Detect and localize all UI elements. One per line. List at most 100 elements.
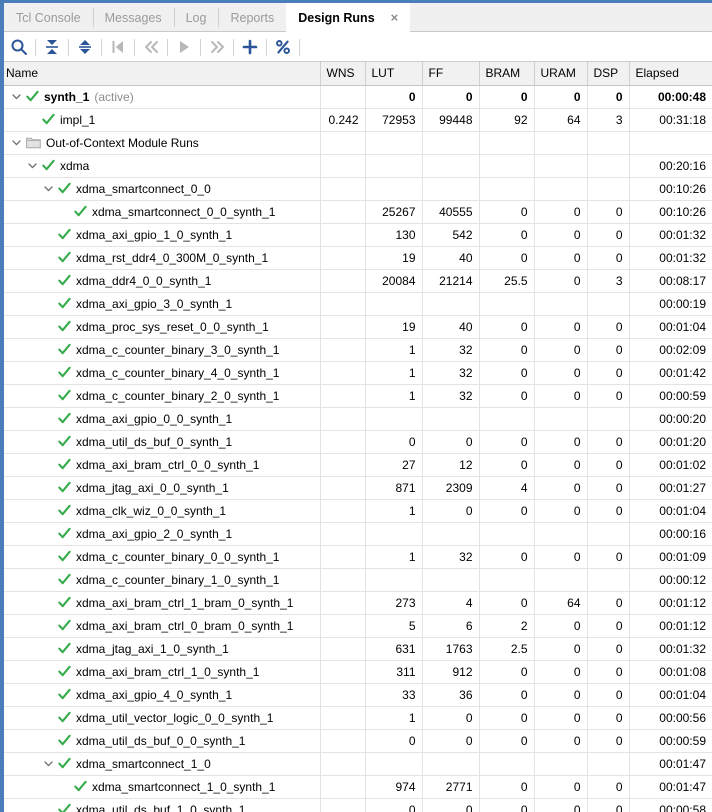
column-header-wns[interactable]: WNS bbox=[320, 62, 366, 86]
run-name-cell[interactable]: xdma_axi_gpio_0_0_synth_1 bbox=[0, 407, 321, 431]
run-name-cell[interactable]: xdma_util_ds_buf_0_0_synth_1 bbox=[0, 729, 321, 753]
column-header-elapsed[interactable]: Elapsed bbox=[629, 62, 712, 86]
run-name-label: xdma_smartconnect_1_0 bbox=[76, 756, 211, 771]
run-name-cell[interactable]: xdma_axi_bram_ctrl_1_0_synth_1 bbox=[0, 660, 321, 684]
table-row[interactable]: xdma_jtag_axi_0_0_synth_1 871 2309 4 0 0 00:01… bbox=[0, 476, 712, 500]
run-name-cell[interactable]: xdma_clk_wiz_0_0_synth_1 bbox=[0, 499, 321, 523]
run-name-cell[interactable]: Out-of-Context Module Runs bbox=[0, 131, 321, 155]
design-runs-table-container[interactable]: Name WNS LUT FF BRAM URAM DSP Elapsed synth_1 (a… bbox=[0, 62, 712, 812]
run-name-cell[interactable]: xdma_axi_bram_ctrl_1_bram_0_synth_1 bbox=[0, 591, 321, 615]
run-name-cell[interactable]: impl_1 bbox=[0, 108, 321, 132]
table-row[interactable]: synth_1 (active) 0 0 0 0 0 00:00:48 bbox=[0, 85, 712, 109]
cell-wns bbox=[320, 499, 366, 523]
chevron-down-icon[interactable] bbox=[9, 86, 24, 108]
cell-wns bbox=[320, 476, 366, 500]
table-row[interactable]: xdma_rst_ddr4_0_300M_0_synth_1 19 40 0 0 0 00:… bbox=[0, 246, 712, 270]
table-row[interactable]: xdma_c_counter_binary_3_0_synth_1 1 32 0 0 0 0… bbox=[0, 338, 712, 362]
run-name-cell[interactable]: xdma_axi_gpio_3_0_synth_1 bbox=[0, 292, 321, 316]
check-icon bbox=[56, 316, 72, 338]
table-row[interactable]: xdma_proc_sys_reset_0_0_synth_1 19 40 0 0 0 00… bbox=[0, 315, 712, 339]
run-name-cell[interactable]: xdma_jtag_axi_1_0_synth_1 bbox=[0, 637, 321, 661]
cell-wns bbox=[320, 315, 366, 339]
table-row[interactable]: xdma_clk_wiz_0_0_synth_1 1 0 0 0 0 00:01:04 bbox=[0, 499, 712, 523]
tab-tcl-console[interactable]: Tcl Console bbox=[4, 3, 93, 32]
column-header-bram[interactable]: BRAM bbox=[479, 62, 535, 86]
run-name-cell[interactable]: xdma_axi_bram_ctrl_0_bram_0_synth_1 bbox=[0, 614, 321, 638]
run-name-cell[interactable]: xdma_util_ds_buf_0_synth_1 bbox=[0, 430, 321, 454]
add-run-icon[interactable] bbox=[237, 34, 263, 60]
table-row[interactable]: xdma_axi_gpio_2_0_synth_1 00:00:16 bbox=[0, 522, 712, 546]
table-row[interactable]: xdma_axi_gpio_1_0_synth_1 130 542 0 0 0 00:01:… bbox=[0, 223, 712, 247]
run-name-cell[interactable]: xdma_c_counter_binary_2_0_synth_1 bbox=[0, 384, 321, 408]
table-row[interactable]: xdma_smartconnect_0_0 00:10:26 bbox=[0, 177, 712, 201]
table-row[interactable]: xdma_axi_bram_ctrl_1_bram_0_synth_1 273 4 0… bbox=[0, 591, 712, 615]
table-row[interactable]: impl_1 0.242 72953 99448 92 64 3 00:31:18 bbox=[0, 108, 712, 132]
run-name-cell[interactable]: xdma_util_ds_buf_1_0_synth_1 bbox=[0, 798, 321, 812]
column-header-lut[interactable]: LUT bbox=[365, 62, 423, 86]
table-row[interactable]: xdma_smartconnect_0_0_synth_1 25267 40555 0… bbox=[0, 200, 712, 224]
run-name-cell[interactable]: xdma_ddr4_0_0_synth_1 bbox=[0, 269, 321, 293]
column-header-name[interactable]: Name bbox=[0, 62, 321, 86]
table-row[interactable]: Out-of-Context Module Runs bbox=[0, 131, 712, 155]
run-name-cell[interactable]: xdma_c_counter_binary_1_0_synth_1 bbox=[0, 568, 321, 592]
run-name-cell[interactable]: xdma_rst_ddr4_0_300M_0_synth_1 bbox=[0, 246, 321, 270]
chevron-down-icon[interactable] bbox=[41, 753, 56, 775]
table-row[interactable]: xdma_axi_bram_ctrl_0_bram_0_synth_1 5 6 2 0 0… bbox=[0, 614, 712, 638]
table-row[interactable]: xdma_c_counter_binary_2_0_synth_1 1 32 0 0 0 0… bbox=[0, 384, 712, 408]
column-header-dsp[interactable]: DSP bbox=[587, 62, 630, 86]
run-name-cell[interactable]: xdma_axi_bram_ctrl_0_0_synth_1 bbox=[0, 453, 321, 477]
table-row[interactable]: xdma_smartconnect_1_0 00:01:47 bbox=[0, 752, 712, 776]
table-row[interactable]: xdma 00:20:16 bbox=[0, 154, 712, 178]
table-row[interactable]: xdma_axi_gpio_3_0_synth_1 00:00:19 bbox=[0, 292, 712, 316]
run-name-cell[interactable]: xdma_proc_sys_reset_0_0_synth_1 bbox=[0, 315, 321, 339]
run-name-cell[interactable]: xdma_smartconnect_0_0 bbox=[0, 177, 321, 201]
table-row[interactable]: xdma_jtag_axi_1_0_synth_1 631 1763 2.5 0 0 00:… bbox=[0, 637, 712, 661]
run-name-cell[interactable]: xdma_axi_gpio_2_0_synth_1 bbox=[0, 522, 321, 546]
table-row[interactable]: xdma_util_ds_buf_0_synth_1 0 0 0 0 0 00:01:20 bbox=[0, 430, 712, 454]
table-row[interactable]: xdma_axi_bram_ctrl_0_0_synth_1 27 12 0 0 0 00:… bbox=[0, 453, 712, 477]
run-name-cell[interactable]: xdma bbox=[0, 154, 321, 178]
percent-icon[interactable] bbox=[270, 34, 296, 60]
run-name-label: xdma_clk_wiz_0_0_synth_1 bbox=[76, 503, 227, 518]
search-icon[interactable] bbox=[6, 34, 32, 60]
table-row[interactable]: xdma_util_ds_buf_0_0_synth_1 0 0 0 0 0 00:00:5… bbox=[0, 729, 712, 753]
tab-log[interactable]: Log bbox=[173, 3, 219, 32]
run-name-cell[interactable]: xdma_c_counter_binary_0_0_synth_1 bbox=[0, 545, 321, 569]
table-row[interactable]: xdma_axi_gpio_0_0_synth_1 00:00:20 bbox=[0, 407, 712, 431]
run-name-cell[interactable]: xdma_smartconnect_1_0_synth_1 bbox=[0, 775, 321, 799]
cell-ff: 40 bbox=[422, 315, 480, 339]
cell-ff bbox=[422, 522, 480, 546]
chevron-down-icon[interactable] bbox=[25, 155, 40, 177]
table-row[interactable]: xdma_util_ds_buf_1_0_synth_1 0 0 0 0 0 00:00:5… bbox=[0, 798, 712, 812]
run-name-cell[interactable]: xdma_smartconnect_1_0 bbox=[0, 752, 321, 776]
table-row[interactable]: xdma_c_counter_binary_4_0_synth_1 1 32 0 0 0 0… bbox=[0, 361, 712, 385]
table-row[interactable]: xdma_c_counter_binary_1_0_synth_1 00:00:1… bbox=[0, 568, 712, 592]
tab-design-runs[interactable]: Design Runs × bbox=[286, 3, 411, 32]
run-name-cell[interactable]: xdma_c_counter_binary_4_0_synth_1 bbox=[0, 361, 321, 385]
table-row[interactable]: xdma_smartconnect_1_0_synth_1 974 2771 0 0 0 0… bbox=[0, 775, 712, 799]
tab-messages[interactable]: Messages bbox=[92, 3, 174, 32]
chevron-down-icon[interactable] bbox=[41, 178, 56, 200]
run-name-cell[interactable]: xdma_smartconnect_0_0_synth_1 bbox=[0, 200, 321, 224]
collapse-all-icon[interactable] bbox=[39, 34, 65, 60]
run-name-cell[interactable]: xdma_jtag_axi_0_0_synth_1 bbox=[0, 476, 321, 500]
expand-all-icon[interactable] bbox=[72, 34, 98, 60]
table-row[interactable]: xdma_ddr4_0_0_synth_1 20084 21214 25.5 0 3 00:… bbox=[0, 269, 712, 293]
table-row[interactable]: xdma_axi_gpio_4_0_synth_1 33 36 0 0 0 00:01:04 bbox=[0, 683, 712, 707]
run-name-cell[interactable]: xdma_util_vector_logic_0_0_synth_1 bbox=[0, 706, 321, 730]
table-row[interactable]: xdma_util_vector_logic_0_0_synth_1 1 0 0 0 0 0… bbox=[0, 706, 712, 730]
run-name-cell[interactable]: synth_1 (active) bbox=[0, 85, 321, 109]
run-name-cell[interactable]: xdma_axi_gpio_4_0_synth_1 bbox=[0, 683, 321, 707]
column-header-ff[interactable]: FF bbox=[422, 62, 480, 86]
column-header-uram[interactable]: URAM bbox=[534, 62, 588, 86]
chevron-down-icon[interactable] bbox=[9, 132, 24, 154]
cell-bram: 0 bbox=[479, 223, 535, 247]
table-row[interactable]: xdma_c_counter_binary_0_0_synth_1 1 32 0 0 0 0… bbox=[0, 545, 712, 569]
table-row[interactable]: xdma_axi_bram_ctrl_1_0_synth_1 311 912 0 0 0 0… bbox=[0, 660, 712, 684]
run-name-cell[interactable]: xdma_c_counter_binary_3_0_synth_1 bbox=[0, 338, 321, 362]
cell-wns bbox=[320, 729, 366, 753]
tab-reports[interactable]: Reports bbox=[218, 3, 286, 32]
run-name-cell[interactable]: xdma_axi_gpio_1_0_synth_1 bbox=[0, 223, 321, 247]
cell-bram: 2 bbox=[479, 614, 535, 638]
close-icon[interactable]: × bbox=[385, 9, 405, 26]
